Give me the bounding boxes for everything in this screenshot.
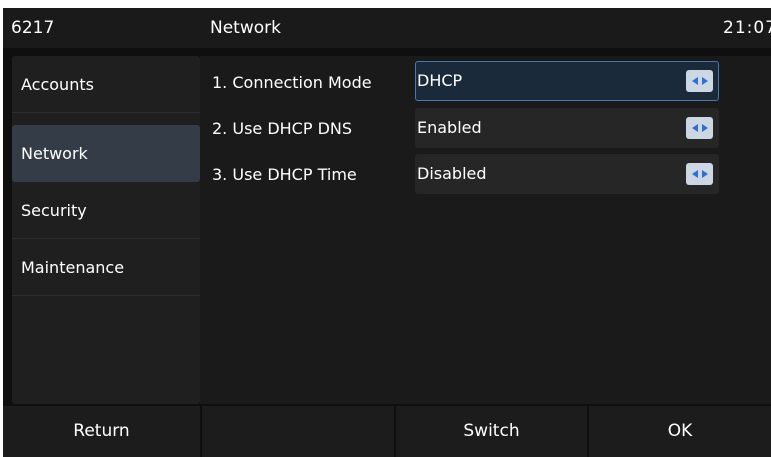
status-bar: 6217 Network 21:07 xyxy=(3,8,771,48)
extension-number: 6217 xyxy=(11,18,55,38)
left-right-arrows-icon[interactable] xyxy=(686,163,713,185)
menu-item-label: Network xyxy=(21,144,88,163)
combo-value: Disabled xyxy=(417,164,487,183)
blank-softkey[interactable] xyxy=(202,406,394,457)
use-dhcp-time-select[interactable]: Disabled xyxy=(415,154,719,194)
menu-item-label: Maintenance xyxy=(21,258,125,277)
menu-item-network[interactable]: Network xyxy=(12,125,200,182)
phone-screen: 6217 Network 21:07 Accounts Network Secu… xyxy=(3,8,771,457)
left-right-arrows-icon[interactable] xyxy=(686,70,713,92)
switch-button[interactable]: Switch xyxy=(396,406,587,457)
ok-button[interactable]: OK xyxy=(589,406,771,457)
clock: 21:07 xyxy=(723,18,771,38)
combo-value: DHCP xyxy=(417,71,463,90)
menu-item-maintenance[interactable]: Maintenance xyxy=(12,239,200,296)
network-settings-panel: 1. Connection Mode DHCP 2. Use DHCP DNS … xyxy=(200,56,771,404)
menu-item-security[interactable]: Security xyxy=(12,182,200,239)
connection-mode-label: 1. Connection Mode xyxy=(212,73,372,92)
connection-mode-select[interactable]: DHCP xyxy=(415,61,719,101)
softkey-bar: Return Switch OK xyxy=(3,406,771,457)
page-title: Network xyxy=(210,18,281,38)
use-dhcp-time-label: 3. Use DHCP Time xyxy=(212,165,357,184)
left-right-arrows-icon[interactable] xyxy=(686,117,713,139)
combo-value: Enabled xyxy=(417,118,482,137)
use-dhcp-dns-label: 2. Use DHCP DNS xyxy=(212,119,353,138)
return-button[interactable]: Return xyxy=(3,406,200,457)
menu-item-accounts[interactable]: Accounts xyxy=(12,56,200,113)
menu-item-label: Security xyxy=(21,201,87,220)
settings-menu: Accounts Network Security Maintenance xyxy=(12,56,200,404)
use-dhcp-dns-select[interactable]: Enabled xyxy=(415,108,719,148)
menu-item-label: Accounts xyxy=(21,75,94,94)
